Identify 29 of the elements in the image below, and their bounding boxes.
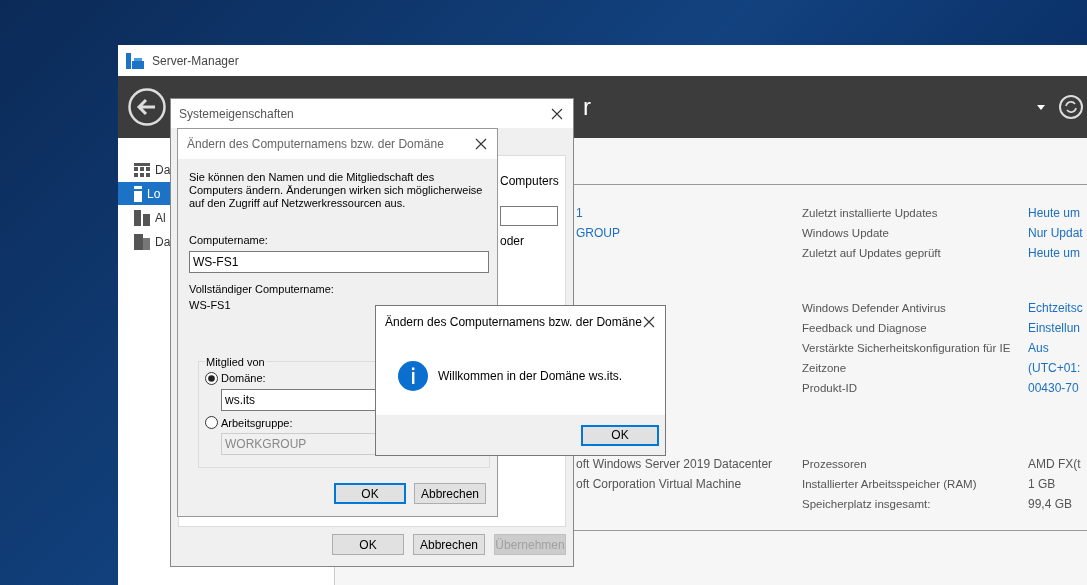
- group-title: Mitglied von: [205, 354, 266, 370]
- property-label: Windows Update: [802, 226, 890, 241]
- property-value: oft Windows Server 2019 Datacenter: [576, 456, 774, 473]
- property-label: Feedback und Diagnose: [802, 321, 928, 336]
- header-title: r: [583, 92, 591, 122]
- property-label: Zuletzt installierte Updates: [802, 206, 939, 221]
- description-text: Sie können den Namen und die Mitgliedschaft des Computers ändern. Änderungen wirken sich möglicherweise auf den Zugriff auf Netzwerkressourcen aus.: [189, 171, 484, 210]
- tab-text: oder: [500, 233, 526, 250]
- property-label: Zuletzt auf Updates geprüft: [802, 246, 942, 261]
- property-value: 1 GB: [1028, 476, 1056, 493]
- field-label: Computername:: [189, 233, 269, 248]
- dialog-title: Systemeigenschaften: [179, 105, 294, 123]
- property-value: 99,4 GB: [1028, 496, 1073, 513]
- property-label: Verstärkte Sicherheitskonfiguration für IE: [802, 341, 1012, 356]
- property-value: oft Corporation Virtual Machine: [576, 476, 743, 493]
- tab-text: Computers: [500, 173, 560, 190]
- field-label: Vollständiger Computername:: [189, 281, 335, 297]
- property-value: AMD FX(t: [1028, 456, 1081, 473]
- property-label: Prozessoren: [802, 457, 868, 472]
- property-label: Speicherplatz insgesamt:: [802, 497, 932, 512]
- property-label: Installierter Arbeitsspeicher (RAM): [802, 477, 978, 492]
- window-title: Server-Manager: [152, 52, 239, 70]
- property-label: Windows Defender Antivirus: [802, 301, 947, 316]
- message-text: Willkommen in der Domäne ws.its.: [438, 368, 623, 385]
- full-name-text: WS-FS1: [189, 298, 232, 313]
- property-label: Zeitzone: [802, 361, 848, 376]
- dialog-title: Ändern des Computernamens bzw. der Domäne: [385, 313, 642, 331]
- property-label: Produkt-ID: [802, 381, 858, 396]
- dialog-title: Ändern des Computernamens bzw. der Domäne: [187, 136, 444, 153]
